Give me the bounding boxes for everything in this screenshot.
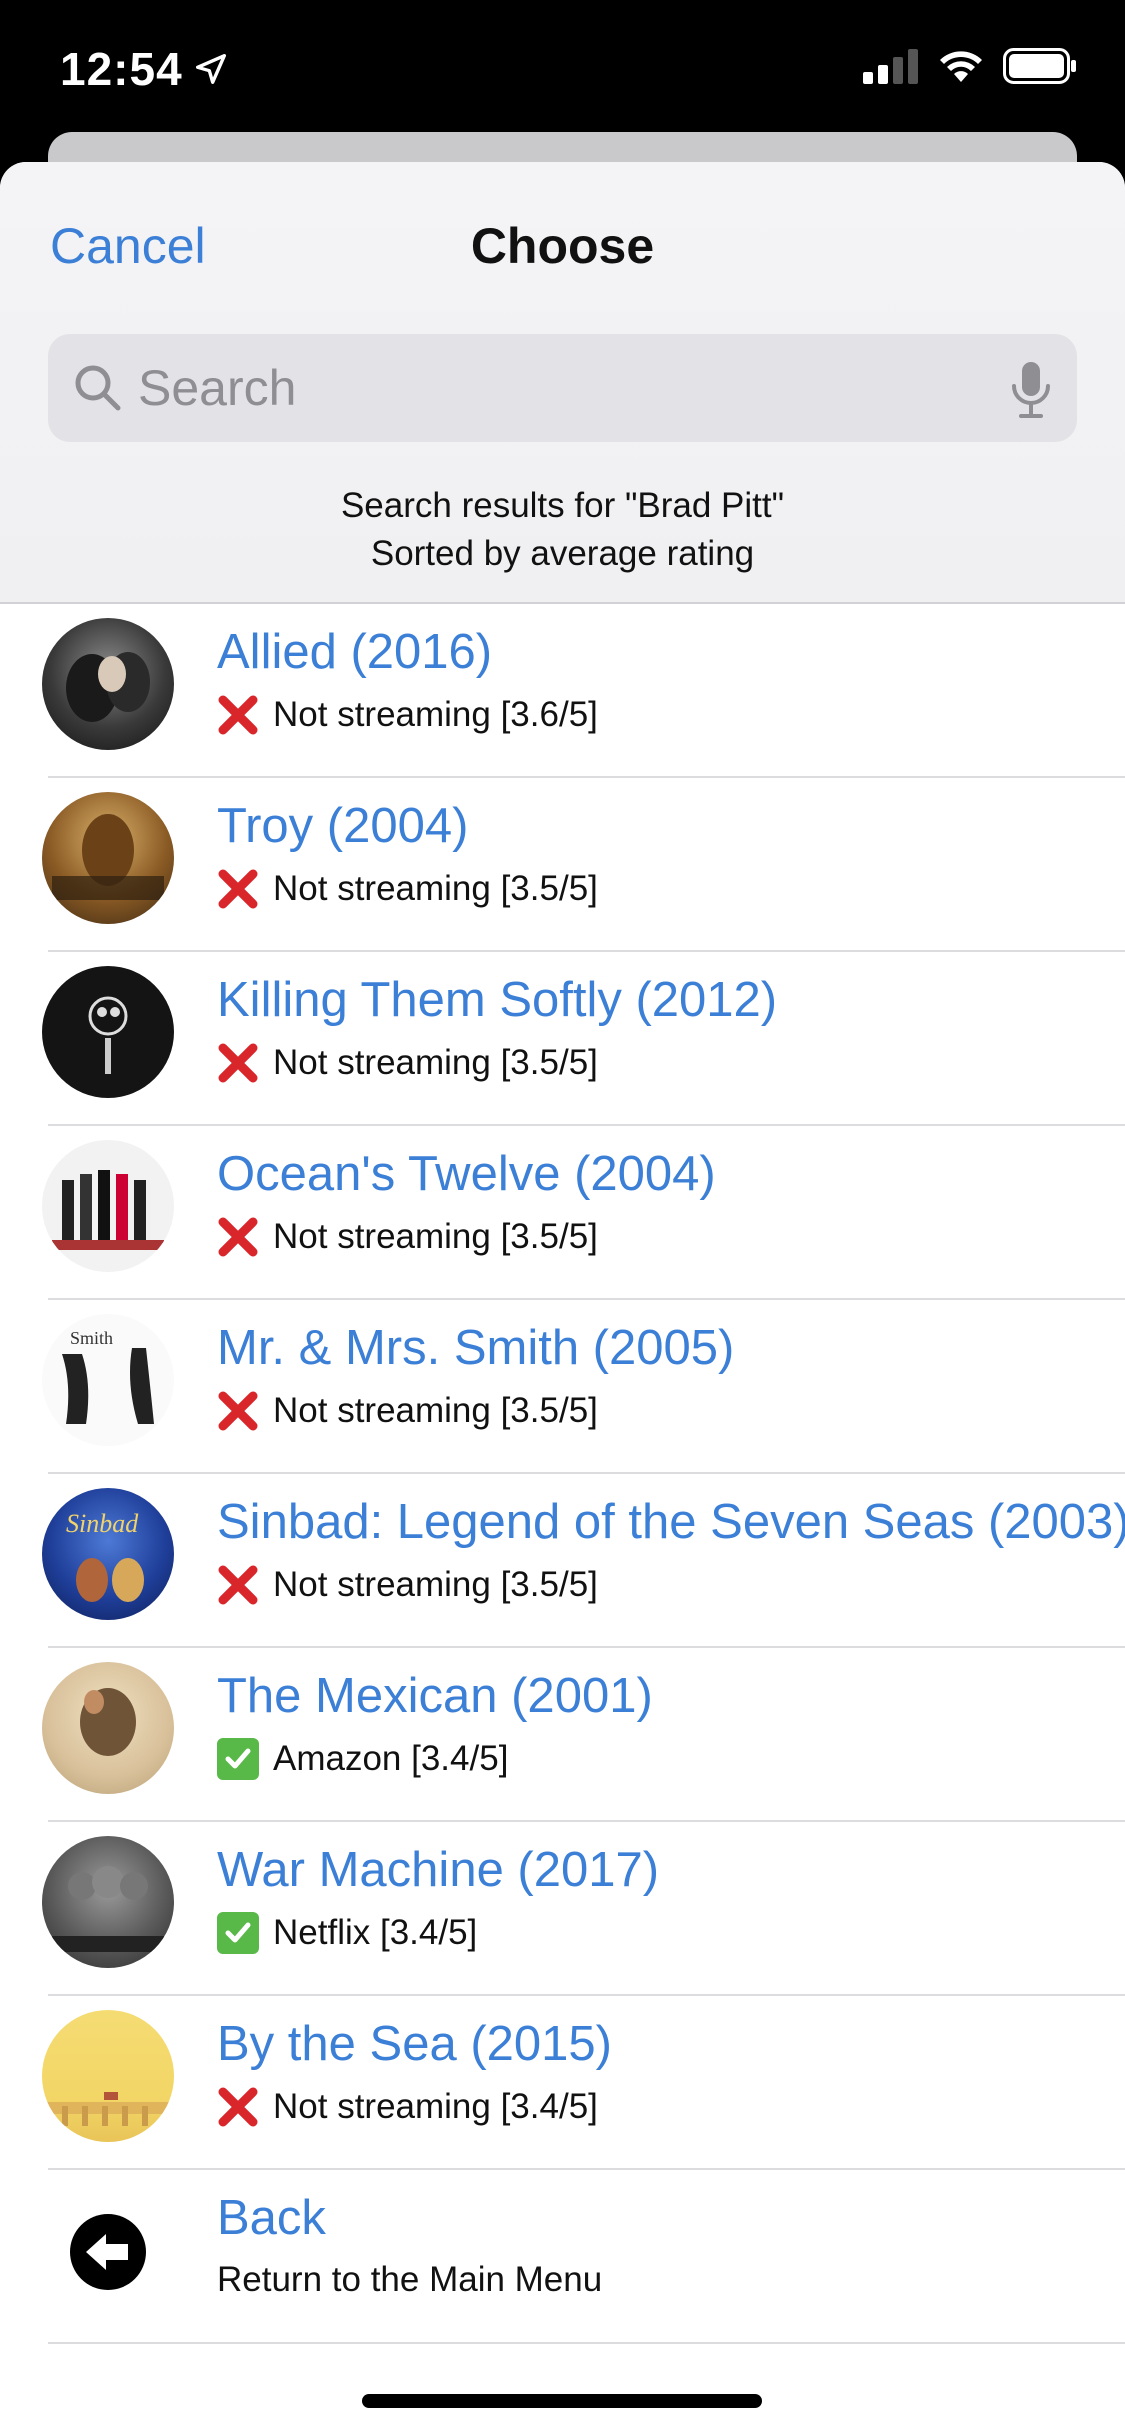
back-arrow-icon <box>70 2214 146 2290</box>
movie-status: Not streaming [3.6/5] <box>217 694 598 736</box>
poster-thumbnail <box>42 966 174 1098</box>
poster-thumbnail <box>42 1662 174 1794</box>
poster-art <box>52 1866 164 1952</box>
list-item[interactable]: The Mexican (2001) Amazon [3.4/5] <box>0 1648 1125 1822</box>
back-subtitle: Return to the Main Menu <box>217 2260 603 2299</box>
battery-icon <box>1003 48 1076 84</box>
movie-status: Not streaming [3.5/5] <box>217 868 598 910</box>
search-input[interactable] <box>138 334 1018 442</box>
sheet-header: Cancel Choose Search results for "Brad P… <box>0 162 1125 604</box>
movie-title: The Mexican (2001) <box>217 1669 653 1723</box>
movie-title: Ocean's Twelve (2004) <box>217 1147 716 1201</box>
movie-status: Not streaming [3.5/5] <box>217 1042 598 1084</box>
poster-thumbnail <box>42 2010 174 2142</box>
status-time-label: 12:54 <box>60 43 183 95</box>
movie-status-label: Amazon [3.4/5] <box>273 1739 509 1778</box>
movie-title: By the Sea (2015) <box>217 2017 612 2071</box>
poster-art <box>42 2092 174 2126</box>
microphone-icon[interactable] <box>1009 360 1053 420</box>
cross-mark-icon <box>218 1391 258 1431</box>
results-list: Allied (2016) Not streaming [3.6/5] Troy… <box>0 604 1125 2344</box>
movie-status-label: Not streaming [3.5/5] <box>273 1565 598 1604</box>
poster-art <box>88 996 128 1074</box>
movie-status-label: Netflix [3.4/5] <box>273 1913 478 1952</box>
poster-thumbnail: Sinbad <box>42 1488 174 1620</box>
home-indicator[interactable] <box>362 2394 762 2408</box>
poster-thumbnail <box>42 792 174 924</box>
movie-status: Not streaming [3.4/5] <box>217 2086 598 2128</box>
movie-title: War Machine (2017) <box>217 1843 660 1897</box>
poster-art <box>66 652 150 722</box>
results-sort-label: Sorted by average rating <box>370 534 755 573</box>
back-title: Back <box>217 2191 326 2245</box>
poster-art: Sinbad <box>66 1509 144 1602</box>
check-mark-icon <box>217 1912 259 1954</box>
list-item[interactable]: By the Sea (2015) Not streaming [3.4/5] <box>0 1996 1125 2170</box>
search-icon <box>75 365 121 411</box>
cross-mark-icon <box>218 1565 258 1605</box>
list-item[interactable]: Smith Mr. & Mrs. Smith (2005) Not stream… <box>0 1300 1125 1474</box>
cellular-signal-icon <box>863 49 918 84</box>
movie-status: Not streaming [3.5/5] <box>217 1564 598 1606</box>
list-item[interactable]: Troy (2004) Not streaming [3.5/5] <box>0 778 1125 952</box>
check-mark-icon <box>217 1738 259 1780</box>
choose-sheet: Cancel Choose Search results for "Brad P… <box>0 162 1125 2436</box>
poster-thumbnail <box>42 1836 174 1968</box>
movie-title: Killing Them Softly (2012) <box>217 973 778 1027</box>
list-item[interactable]: War Machine (2017) Netflix [3.4/5] <box>0 1822 1125 1996</box>
list-item[interactable]: Allied (2016) Not streaming [3.6/5] <box>0 604 1125 778</box>
movie-status-label: Not streaming [3.4/5] <box>273 2087 598 2126</box>
movie-status: Not streaming [3.5/5] <box>217 1390 598 1432</box>
location-arrow-icon <box>195 54 226 85</box>
poster-thumbnail <box>42 1140 174 1272</box>
movie-status-label: Not streaming [3.5/5] <box>273 1391 598 1430</box>
wifi-icon <box>940 51 982 82</box>
poster-thumbnail <box>42 618 174 750</box>
movie-status-label: Not streaming [3.5/5] <box>273 1217 598 1256</box>
poster-art <box>52 814 164 900</box>
status-bar: 12:54 <box>0 0 1125 140</box>
movie-status: Netflix [3.4/5] <box>217 1912 477 1954</box>
cross-mark-icon <box>218 1043 258 1083</box>
results-info: Search results for "Brad Pitt" Sorted by… <box>0 482 1125 578</box>
movie-status-label: Not streaming [3.5/5] <box>273 1043 598 1082</box>
movie-title: Allied (2016) <box>217 625 493 679</box>
cross-mark-icon <box>218 869 258 909</box>
poster-art: Smith <box>62 1328 154 1424</box>
movie-title: Sinbad: Legend of the Seven Seas (2003) <box>217 1495 1125 1549</box>
movie-status: Not streaming [3.5/5] <box>217 1216 598 1258</box>
back-row[interactable]: Back Return to the Main Menu <box>0 2170 1125 2344</box>
divider <box>48 2342 1125 2344</box>
results-query-label: Search results for "Brad Pitt" <box>340 486 785 525</box>
svg-text:Smith: Smith <box>70 1328 113 1348</box>
list-item[interactable]: Ocean's Twelve (2004) Not streaming [3.5… <box>0 1126 1125 1300</box>
search-bar[interactable] <box>48 334 1077 442</box>
movie-title: Mr. & Mrs. Smith (2005) <box>217 1321 735 1375</box>
poster-art <box>80 1688 136 1756</box>
movie-title: Troy (2004) <box>217 799 469 853</box>
svg-text:Sinbad: Sinbad <box>66 1509 139 1538</box>
movie-status: Amazon [3.4/5] <box>217 1738 508 1780</box>
list-item[interactable]: Sinbad Sinbad: Legend of the Seven Seas … <box>0 1474 1125 1648</box>
status-icons <box>863 48 1077 84</box>
list-item[interactable]: Killing Them Softly (2012) Not streaming… <box>0 952 1125 1126</box>
cross-mark-icon <box>218 2087 258 2127</box>
cross-mark-icon <box>218 695 258 735</box>
cancel-button[interactable]: Cancel <box>50 217 206 275</box>
movie-status-label: Not streaming [3.5/5] <box>273 869 598 908</box>
poster-thumbnail: Smith <box>42 1314 174 1446</box>
poster-art <box>52 1170 164 1250</box>
cross-mark-icon <box>218 1217 258 1257</box>
status-time: 12:54 <box>60 42 231 96</box>
movie-status-label: Not streaming [3.6/5] <box>273 695 598 734</box>
